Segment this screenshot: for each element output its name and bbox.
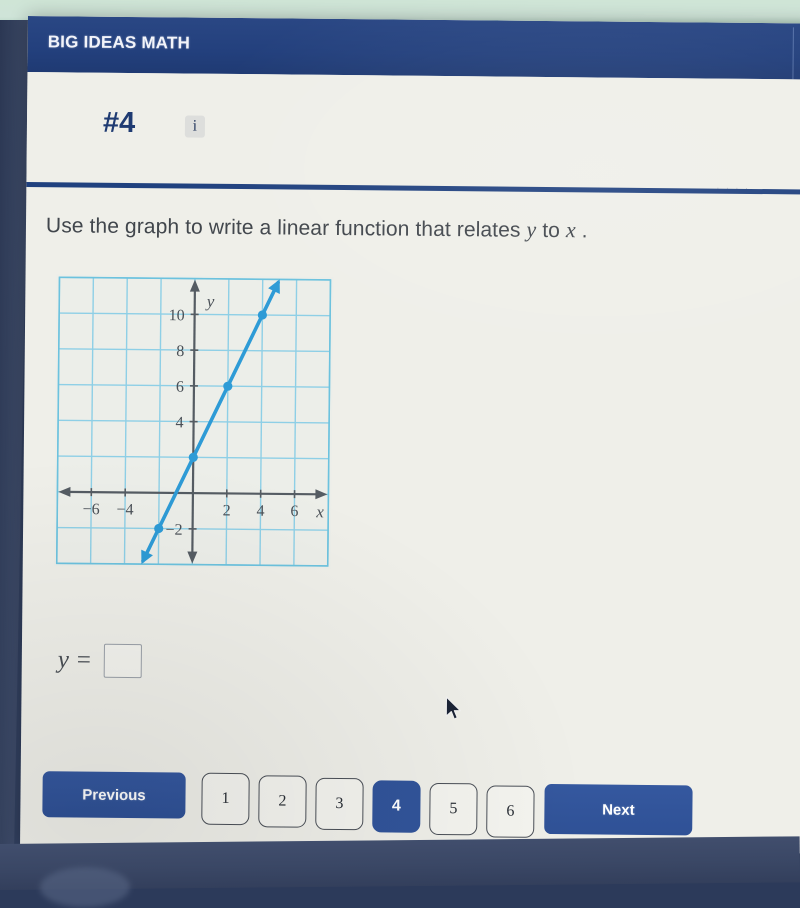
x-axis-label: x <box>315 502 324 521</box>
mouse-pointer-icon <box>445 696 463 722</box>
prompt-text-2: to <box>536 219 566 242</box>
svg-text:2: 2 <box>223 502 231 519</box>
svg-text:4: 4 <box>256 503 264 520</box>
graph-svg: −6 −4 2 4 6 10 8 6 4 −2 y x <box>54 274 334 569</box>
page-button-6[interactable]: 6 <box>486 785 534 837</box>
app-header-bar: BIG IDEAS MATH <box>27 16 800 80</box>
next-button[interactable]: Next <box>544 784 692 835</box>
page-button-5[interactable]: 5 <box>429 782 477 834</box>
photo-frame: BIG IDEAS MATH #4 i · · · · Use the grap… <box>0 0 800 882</box>
prompt-var-x: x <box>566 217 576 242</box>
answer-input[interactable] <box>104 644 142 678</box>
svg-text:−6: −6 <box>83 501 100 518</box>
svg-text:−4: −4 <box>116 501 133 518</box>
svg-text:−2: −2 <box>165 522 182 539</box>
answer-label: y = <box>58 646 92 674</box>
svg-text:6: 6 <box>290 503 298 520</box>
y-axis-label: y <box>205 292 215 311</box>
svg-text:10: 10 <box>169 307 185 324</box>
page-button-4[interactable]: 4 <box>372 780 420 832</box>
page-button-2[interactable]: 2 <box>258 775 306 827</box>
question-prompt: Use the graph to write a linear function… <box>46 212 800 246</box>
page-button-1[interactable]: 1 <box>201 773 249 825</box>
coordinate-graph: −6 −4 2 4 6 10 8 6 4 −2 y x <box>54 274 334 569</box>
svg-text:8: 8 <box>176 343 184 360</box>
header-divider <box>792 27 793 79</box>
answer-row: y = <box>58 643 143 678</box>
app-title: BIG IDEAS MATH <box>48 32 190 53</box>
prompt-text-3: . <box>576 219 588 242</box>
info-icon[interactable]: i <box>185 116 205 138</box>
pagination-bar: Previous 1 2 3 4 5 6 Next <box>42 760 783 847</box>
svg-text:6: 6 <box>176 379 184 396</box>
question-number-label: #4 <box>103 107 136 140</box>
page-button-3[interactable]: 3 <box>315 778 363 830</box>
prompt-text-1: Use the graph to write a linear function… <box>46 214 527 242</box>
previous-button[interactable]: Previous <box>42 771 185 818</box>
application-screen: BIG IDEAS MATH #4 i · · · · Use the grap… <box>20 16 800 854</box>
svg-text:4: 4 <box>176 414 184 431</box>
question-header: #4 i · · · · <box>26 72 800 198</box>
